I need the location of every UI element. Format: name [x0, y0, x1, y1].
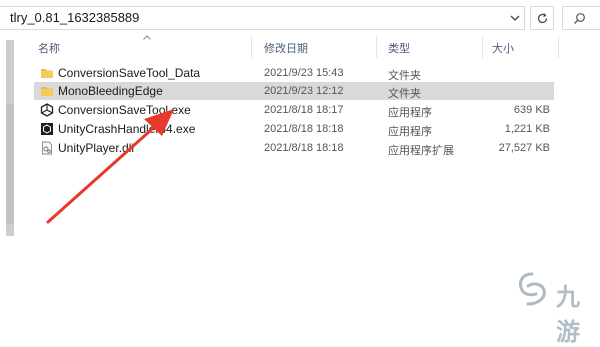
watermark-text: 九游: [556, 284, 581, 346]
annotation-arrow: [46, 109, 174, 224]
